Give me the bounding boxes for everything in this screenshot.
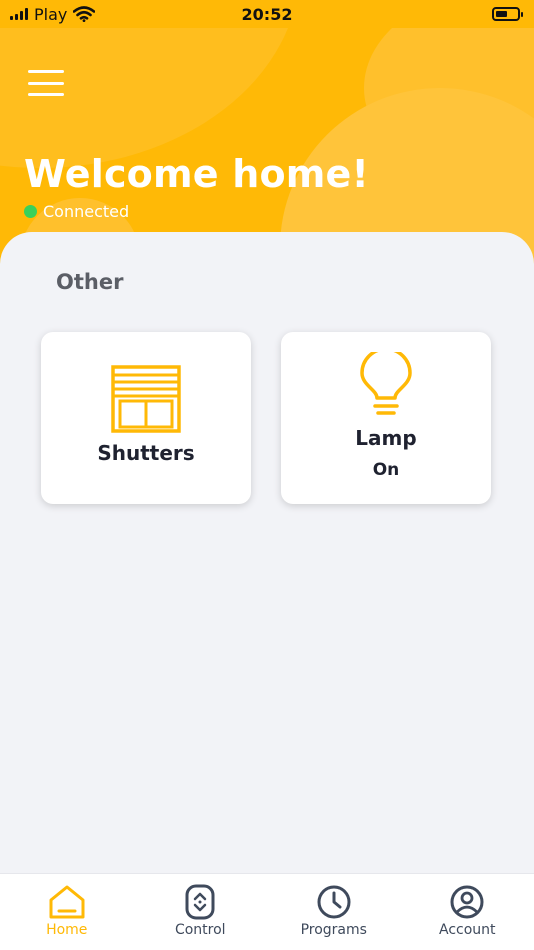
tab-label: Control <box>174 922 226 938</box>
header-decoration <box>0 28 300 168</box>
connection-indicator-icon <box>24 205 37 218</box>
tab-home[interactable]: Home <box>7 874 127 938</box>
lightbulb-icon <box>360 352 412 415</box>
account-icon <box>450 885 484 919</box>
status-left: Play <box>0 4 96 24</box>
remote-control-icon <box>185 884 215 920</box>
tab-label: Home <box>46 922 88 938</box>
hamburger-menu-icon[interactable] <box>28 70 64 96</box>
section-title: Other <box>56 270 124 294</box>
home-icon <box>49 885 85 919</box>
clock-icon <box>317 885 351 919</box>
connection-status: Connected <box>24 202 129 221</box>
device-label: Lamp <box>355 426 417 450</box>
main-content: Other Shutters Lamp On <box>0 232 534 874</box>
device-label: Shutters <box>97 441 195 465</box>
tab-label: Programs <box>300 922 367 938</box>
cellular-signal-icon <box>10 8 28 20</box>
tab-account[interactable]: Account <box>407 874 527 938</box>
connection-label: Connected <box>43 202 130 221</box>
tab-programs[interactable]: Programs <box>274 874 394 938</box>
tab-label: Account <box>438 922 496 938</box>
carrier-name: Play <box>34 4 68 24</box>
battery-icon <box>492 7 523 21</box>
device-status: On <box>372 460 400 480</box>
tab-bar: Home Control Programs Account <box>0 873 534 950</box>
page-title: Welcome home! <box>24 152 370 196</box>
wifi-icon <box>73 6 96 22</box>
device-card-lamp[interactable]: Lamp On <box>281 332 491 504</box>
shutters-icon <box>111 365 181 433</box>
tab-control[interactable]: Control <box>140 874 260 938</box>
device-card-shutters[interactable]: Shutters <box>41 332 251 504</box>
status-bar: Play 20:52 <box>0 0 534 28</box>
